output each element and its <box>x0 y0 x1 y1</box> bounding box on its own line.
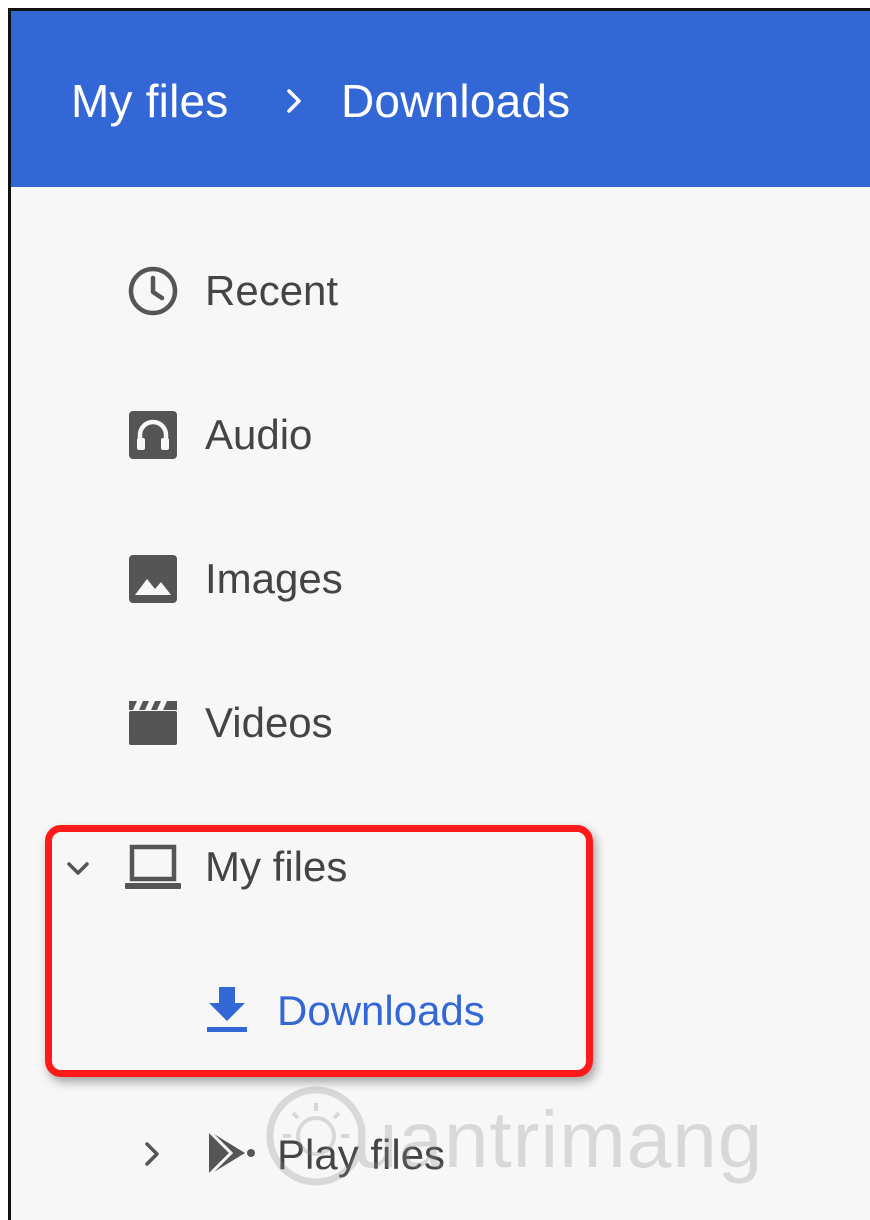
sidebar-item-label: My files <box>205 843 348 890</box>
google-play-icon <box>207 1129 255 1177</box>
laptop-icon <box>125 844 181 889</box>
sidebar-item-recent[interactable]: Recent <box>11 241 870 341</box>
sidebar-item-videos[interactable]: Videos <box>11 673 870 773</box>
sidebar-item-label: Play files <box>277 1131 446 1178</box>
breadcrumb-my-files[interactable]: My files <box>71 73 229 129</box>
sidebar-item-images[interactable]: Images <box>11 529 870 629</box>
headphones-icon <box>129 411 177 459</box>
sidebar-item-label: Downloads <box>277 987 485 1034</box>
sidebar-item-label: Images <box>205 555 343 602</box>
sidebar-item-label: Recent <box>205 267 339 314</box>
breadcrumb-downloads[interactable]: Downloads <box>341 73 570 129</box>
image-icon <box>129 555 177 603</box>
sidebar-item-play-files[interactable]: Play files <box>11 1105 870 1205</box>
chevron-down-icon[interactable] <box>63 854 93 884</box>
clock-icon <box>128 266 178 316</box>
files-app-window: My files Downloads Recent Audio Images V… <box>8 8 870 1220</box>
clapperboard-icon <box>129 701 177 745</box>
sidebar-item-label: Videos <box>205 699 333 746</box>
download-icon <box>207 987 247 1032</box>
chevron-right-icon[interactable] <box>137 1139 167 1169</box>
sidebar-item-my-files[interactable]: My files <box>11 817 870 917</box>
sidebar-item-label: Audio <box>205 411 313 458</box>
sidebar-item-downloads[interactable]: Downloads <box>11 961 870 1061</box>
chevron-right-icon <box>287 89 301 113</box>
sidebar-item-audio[interactable]: Audio <box>11 385 870 485</box>
breadcrumb-bar: My files Downloads <box>11 11 870 187</box>
